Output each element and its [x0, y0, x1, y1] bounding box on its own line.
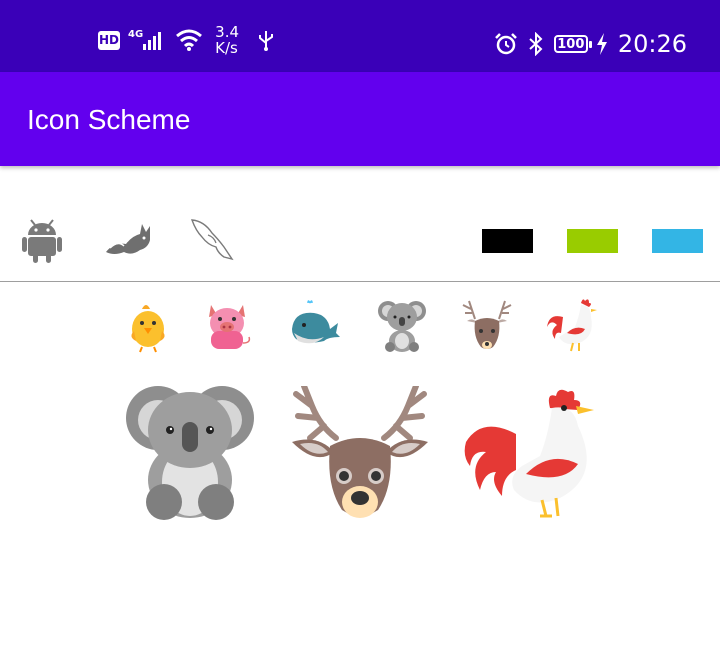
rooster-small-icon[interactable] [545, 297, 597, 353]
divider [0, 281, 720, 282]
network-speed: 3.4 K/s [215, 24, 239, 56]
pig-icon[interactable] [201, 297, 253, 353]
charging-icon [596, 33, 607, 55]
app-bar: Icon Scheme [0, 72, 720, 166]
network-type: 4G [128, 28, 144, 40]
status-left: HD 4G 3.4 K/s [98, 24, 275, 56]
deer-large-icon[interactable] [290, 386, 430, 522]
hd-badge: HD [98, 30, 120, 50]
swatch-black[interactable] [482, 229, 533, 253]
status-bar: HD 4G 3.4 K/s 100 20:26 [0, 0, 720, 72]
mysql-dolphin-icon[interactable] [188, 217, 236, 263]
alarm-icon [494, 33, 517, 55]
tomcat-icon[interactable] [104, 222, 152, 258]
chick-icon[interactable] [122, 297, 174, 353]
battery-icon: 100 [553, 35, 592, 53]
speed-unit: K/s [215, 39, 238, 57]
koala-small-icon[interactable] [376, 297, 428, 353]
signal-icon [143, 32, 162, 50]
koala-large-icon[interactable] [126, 382, 254, 522]
swatch-green[interactable] [567, 229, 618, 253]
status-right: 100 20:26 [494, 30, 687, 58]
page-title: Icon Scheme [27, 104, 191, 135]
usb-icon [259, 31, 274, 51]
clock: 20:26 [617, 30, 687, 58]
whale-icon[interactable] [288, 297, 340, 353]
wifi-icon [176, 29, 203, 51]
rooster-large-icon[interactable] [460, 386, 600, 522]
bluetooth-icon [529, 32, 543, 56]
android-icon[interactable] [22, 215, 62, 263]
deer-small-icon[interactable] [461, 297, 513, 353]
swatch-blue[interactable] [652, 229, 703, 253]
speed-value: 3.4 [215, 23, 240, 41]
